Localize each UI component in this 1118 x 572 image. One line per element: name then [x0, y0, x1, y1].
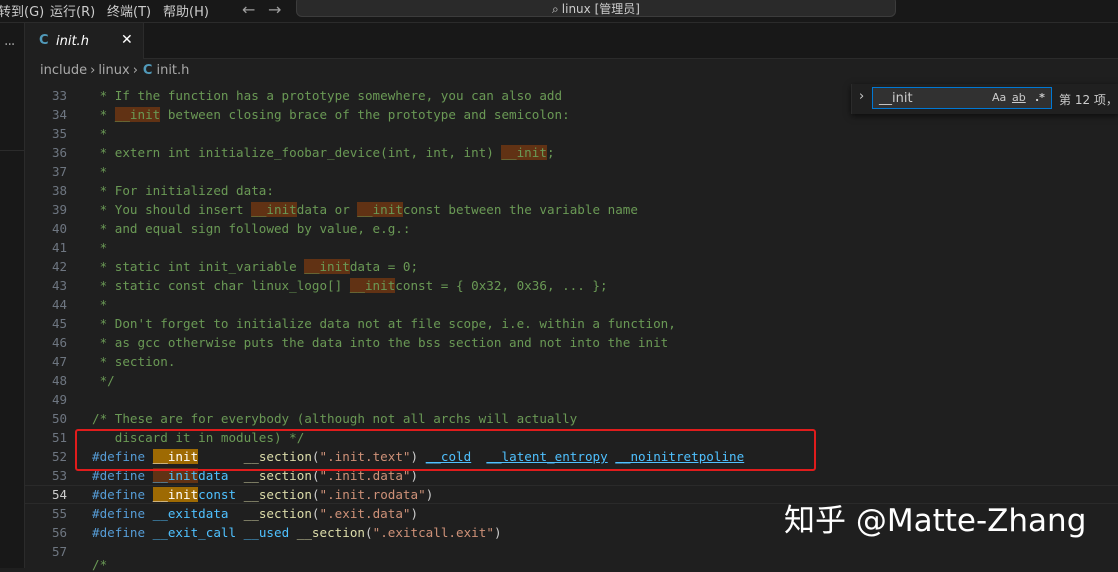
line-number: 52	[51, 449, 67, 464]
annotation-highlight-box	[75, 429, 816, 471]
code-line: * For initialized data:	[92, 183, 274, 198]
code-line: *	[92, 240, 108, 255]
tab-label: init.h	[56, 34, 89, 49]
search-match: __init	[251, 202, 297, 217]
code-line: */	[92, 373, 115, 388]
menu-run[interactable]: 运行(R)	[50, 1, 95, 20]
line-number: 50	[51, 411, 67, 426]
back-arrow-icon[interactable]: ←	[242, 0, 255, 19]
line-number: 51	[51, 430, 67, 445]
search-match: __init	[357, 202, 403, 217]
code-line: * __init between closing brace of the pr…	[92, 107, 570, 122]
line-number: 38	[51, 183, 67, 198]
line-number: 39	[51, 202, 67, 217]
chevron-right-icon: ›	[132, 63, 138, 78]
code-line-56: #define __exit_call __used __section(".e…	[92, 525, 502, 540]
search-match-current: __init	[152, 487, 199, 502]
tab-init-h[interactable]: C init.h ✕	[25, 23, 144, 59]
c-file-icon: C	[142, 63, 153, 78]
search-match: __init	[114, 107, 161, 122]
breadcrumb-linux[interactable]: linux	[98, 63, 129, 78]
line-number: 45	[51, 316, 67, 331]
chevron-right-icon: ›	[90, 63, 96, 78]
code-line: *	[92, 297, 108, 312]
code-line: * If the function has a prototype somewh…	[92, 88, 563, 103]
c-file-icon: C	[39, 33, 49, 48]
forward-arrow-icon[interactable]: →	[268, 0, 281, 19]
match-case-icon[interactable]: Aa	[992, 91, 1006, 104]
line-number: 33	[51, 88, 67, 103]
command-center-label: linux [管理员]	[561, 2, 640, 16]
close-icon[interactable]: ✕	[121, 32, 133, 48]
code-line: /*	[92, 557, 108, 572]
breadcrumb: include › linux › Cinit.h	[40, 63, 189, 78]
line-number: 34	[51, 107, 67, 122]
line-number: 48	[51, 373, 67, 388]
line-number: 41	[51, 240, 67, 255]
code-line: *	[92, 126, 108, 141]
activity-bar: ···	[0, 23, 25, 568]
code-line: * static const char linux_logo[] __initc…	[92, 278, 608, 293]
command-center[interactable]: ⌕ linux [管理员]	[296, 0, 896, 17]
line-number: 49	[51, 392, 67, 407]
line-number-active: 54	[51, 487, 67, 502]
code-line-55: #define __exitdata __section(".exit.data…	[92, 506, 419, 521]
find-input[interactable]: __init Aa ab .*	[872, 87, 1052, 109]
line-number: 43	[51, 278, 67, 293]
code-line: *	[92, 164, 108, 179]
line-number: 35	[51, 126, 67, 141]
line-number: 47	[51, 354, 67, 369]
regex-icon[interactable]: .*	[1035, 91, 1045, 104]
code-line: * Don't forget to initialize data not at…	[92, 316, 676, 331]
search-match: __init	[349, 278, 396, 293]
menu-terminal[interactable]: 终端(T)	[107, 1, 151, 20]
title-bar: 转到(G) 运行(R) 终端(T) 帮助(H) ← → ⌕ linux [管理员]	[0, 0, 1118, 23]
menu-help[interactable]: 帮助(H)	[163, 1, 209, 20]
code-line-54: #define __initconst __section(".init.rod…	[92, 487, 434, 502]
line-number: 56	[51, 525, 67, 540]
code-line: /* These are for everybody (although not…	[92, 411, 578, 426]
code-line: * as gcc otherwise puts the data into th…	[92, 335, 669, 350]
breadcrumb-include[interactable]: include	[40, 63, 87, 78]
menu-goto[interactable]: 转到(G)	[0, 1, 44, 20]
line-number: 46	[51, 335, 67, 350]
more-icon[interactable]: ···	[4, 37, 15, 53]
find-result-count: 第 12 项，共	[1059, 93, 1118, 107]
breadcrumb-file[interactable]: init.h	[156, 63, 189, 78]
find-input-value: __init	[879, 91, 913, 106]
line-number: 37	[51, 164, 67, 179]
line-number: 40	[51, 221, 67, 236]
code-line: * and equal sign followed by value, e.g.…	[92, 221, 411, 236]
find-widget: › __init Aa ab .* 第 12 项，共	[851, 84, 1118, 114]
search-icon: ⌕	[552, 2, 559, 16]
watermark: 知乎 @Matte-Zhang	[784, 503, 1087, 539]
line-number: 42	[51, 259, 67, 274]
toggle-replace-chevron-icon[interactable]: ›	[859, 89, 864, 104]
code-line: * extern int initialize_foobar_device(in…	[92, 145, 555, 160]
line-number: 55	[51, 506, 67, 521]
line-number: 53	[51, 468, 67, 483]
line-number: 44	[51, 297, 67, 312]
divider	[0, 150, 24, 151]
search-match: __init	[501, 145, 547, 160]
code-line: * static int init_variable __initdata = …	[92, 259, 419, 274]
tab-bar: C init.h ✕	[25, 23, 1118, 59]
whole-word-icon[interactable]: ab	[1012, 91, 1026, 104]
search-match: __init	[304, 259, 350, 274]
code-line: * You should insert __initdata or __init…	[92, 202, 638, 217]
line-number: 36	[51, 145, 67, 160]
code-line: * section.	[92, 354, 176, 369]
line-number: 57	[51, 544, 67, 559]
